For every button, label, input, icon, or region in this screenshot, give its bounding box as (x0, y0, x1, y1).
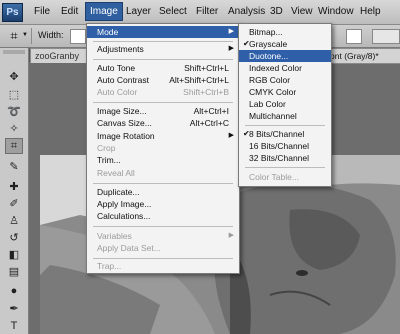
menu-item-auto-color: Auto Color Shift+Ctrl+B (97, 87, 229, 97)
menu-separator (93, 59, 233, 60)
menu-filter[interactable]: Filter (192, 3, 222, 20)
magic-wand-tool-icon[interactable]: ✧ (6, 122, 22, 136)
menu-item-apply-image[interactable]: Apply Image... (87, 198, 239, 210)
resolution-input[interactable] (346, 29, 362, 44)
submenu-item-32-bits[interactable]: 32 Bits/Channel (239, 152, 331, 164)
clone-stamp-tool-icon[interactable]: ♙ (6, 214, 22, 228)
menu-window[interactable]: Window (314, 3, 358, 20)
menu-view[interactable]: View (287, 3, 317, 20)
menu-item-apply-data-set: Apply Data Set... (97, 243, 161, 253)
type-tool-icon[interactable]: T (6, 319, 22, 333)
menu-item-duplicate[interactable]: Duplicate... (87, 186, 239, 198)
menu-bar: Ps File Edit Image Layer Select Filter A… (0, 0, 400, 25)
menu-separator (93, 41, 233, 42)
width-input[interactable] (70, 29, 86, 44)
menu-item-trim[interactable]: Trim... (87, 154, 239, 166)
menu-select[interactable]: Select (155, 3, 191, 20)
menu-file[interactable]: File (30, 3, 54, 20)
options-dropdown[interactable] (372, 29, 400, 44)
photoshop-logo: Ps (2, 3, 23, 22)
menu-separator (93, 258, 233, 259)
menu-item-variables: Variables ▶ (97, 231, 234, 241)
submenu-item-grayscale[interactable]: ✔ Grayscale (239, 38, 331, 50)
eraser-tool-icon[interactable]: ◧ (6, 248, 22, 262)
menu-item-auto-tone[interactable]: Auto Tone Shift+Ctrl+L (87, 62, 239, 74)
menu-image[interactable]: Image (85, 2, 123, 21)
width-label: Width: (38, 30, 64, 40)
image-menu: Mode ▶ Adjustments ▶ Auto Tone Shift+Ctrl+L… (86, 23, 240, 274)
submenu-item-rgb-color[interactable]: RGB Color (239, 74, 331, 86)
menu-3d[interactable]: 3D (266, 3, 287, 20)
submenu-item-multichannel[interactable]: Multichannel (239, 110, 331, 122)
eyedropper-tool-icon[interactable]: ✎ (6, 160, 22, 174)
menu-separator (93, 226, 233, 227)
move-tool-icon[interactable]: ✥ (6, 70, 22, 84)
submenu-item-cmyk-color[interactable]: CMYK Color (239, 86, 331, 98)
menu-item-auto-contrast[interactable]: Auto Contrast Alt+Shift+Ctrl+L (87, 74, 239, 86)
menu-item-reveal-all: Reveal All (97, 168, 135, 178)
menu-separator (93, 102, 233, 103)
submenu-item-color-table: Color Table... (249, 172, 299, 182)
menu-item-calculations[interactable]: Calculations... (87, 210, 239, 222)
tools-panel: ✥ ⬚ ➰ ✧ ⌗ ✎ ✚ ✐ ♙ ↺ ◧ ▤ ● ✒ T (0, 48, 29, 334)
submenu-item-16-bits[interactable]: 16 Bits/Channel (239, 140, 331, 152)
menu-separator (245, 167, 325, 168)
menu-item-image-rotation[interactable]: Image Rotation ▶ (87, 130, 239, 142)
marquee-tool-icon[interactable]: ⬚ (6, 88, 22, 102)
pen-tool-icon[interactable]: ✒ (6, 302, 22, 316)
history-brush-tool-icon[interactable]: ↺ (6, 231, 22, 245)
menu-item-image-size[interactable]: Image Size... Alt+Ctrl+I (87, 105, 239, 117)
healing-brush-tool-icon[interactable]: ✚ (6, 180, 22, 194)
crop-tool-preset-icon[interactable]: ⌗ (6, 28, 22, 44)
lasso-tool-icon[interactable]: ➰ (6, 105, 22, 119)
menu-item-mode[interactable]: Mode ▶ (87, 26, 239, 38)
menu-item-trap: Trap... (97, 261, 122, 271)
mode-submenu: Bitmap... ✔ Grayscale Duotone... Indexed… (238, 23, 332, 187)
menu-help[interactable]: Help (356, 3, 385, 20)
chevron-down-icon[interactable]: ▼ (22, 32, 28, 38)
submenu-item-duotone[interactable]: Duotone... (239, 50, 331, 62)
tools-panel-grip[interactable] (3, 50, 25, 54)
options-divider (31, 28, 32, 44)
gradient-tool-icon[interactable]: ▤ (6, 265, 22, 279)
crop-tool-icon[interactable]: ⌗ (5, 138, 23, 154)
menu-layer[interactable]: Layer (122, 3, 155, 20)
menu-separator (93, 183, 233, 184)
menu-item-adjustments[interactable]: Adjustments ▶ (87, 43, 239, 55)
menu-item-canvas-size[interactable]: Canvas Size... Alt+Ctrl+C (87, 117, 239, 129)
submenu-item-8-bits[interactable]: ✔ 8 Bits/Channel (239, 128, 331, 140)
submenu-item-indexed-color[interactable]: Indexed Color (239, 62, 331, 74)
document-tab[interactable]: zooGranby (30, 48, 94, 63)
menu-separator (245, 125, 325, 126)
brush-tool-icon[interactable]: ✐ (6, 197, 22, 211)
menu-item-crop: Crop (97, 143, 116, 153)
menu-analysis[interactable]: Analysis (224, 3, 269, 20)
menu-edit[interactable]: Edit (57, 3, 82, 20)
dodge-tool-icon[interactable]: ● (6, 284, 22, 298)
submenu-item-bitmap[interactable]: Bitmap... (239, 26, 331, 38)
submenu-item-lab-color[interactable]: Lab Color (239, 98, 331, 110)
